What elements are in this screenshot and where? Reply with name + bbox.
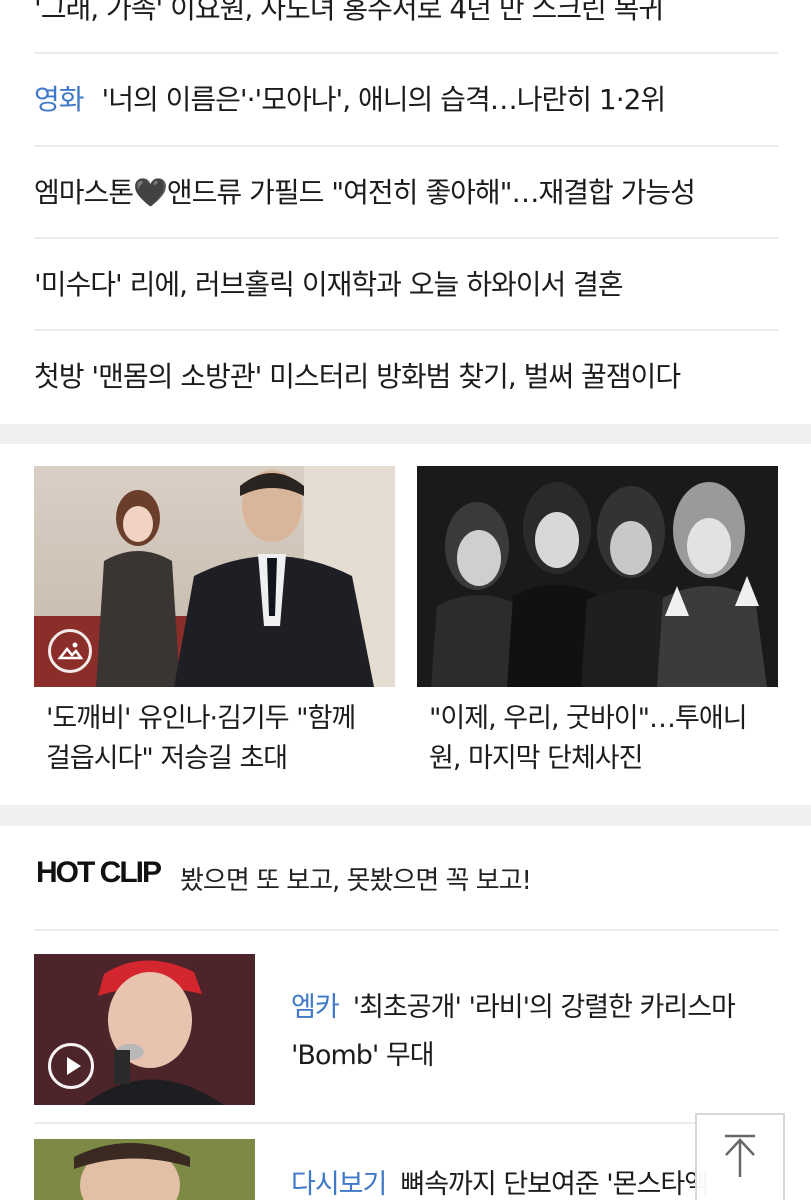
- clip-text: 엠카 '최초공개' '라비'의 강렬한 카리스마 'Bomb' 무대: [291, 984, 781, 1080]
- photo-card[interactable]: '도깨비' 유인나·김기두 "함께 걸읍시다" 저승길 초대: [34, 466, 395, 779]
- clip-title: 뼈속까지 단보여준 '몬스타엑: [400, 1169, 709, 1200]
- divider: [34, 1122, 778, 1124]
- clip-category: 엠카: [291, 992, 340, 1023]
- clip-thumbnail: [34, 954, 255, 1105]
- gallery-icon: [48, 629, 92, 673]
- headline-item[interactable]: 엠마스톤🖤앤드류 가필드 "여전히 좋아해"…재결합 가능성: [34, 145, 778, 237]
- headline-text: '그래, 가족' 이요원, 사도녀 홍주서로 4년 만 스크린 복귀: [34, 0, 664, 25]
- scroll-top-button[interactable]: [695, 1113, 785, 1200]
- hot-clip-subtitle: 봤으면 또 보고, 못봤으면 꼭 보고!: [180, 866, 532, 896]
- clip-title: '최초공개' '라비'의 강렬한 카리스마 'Bomb' 무대: [291, 992, 736, 1071]
- photo-card[interactable]: "이제, 우리, 굿바이"…투애니원, 마지막 단체사진: [417, 466, 778, 779]
- headline-category: 영화: [34, 83, 85, 116]
- hot-clip-title: HOT CLIP: [36, 856, 162, 889]
- headline-item[interactable]: 영화 '너의 이름은'·'모아나', 애니의 습격…나란히 1·2위: [34, 52, 778, 144]
- clip-item[interactable]: 엠카 '최초공개' '라비'의 강렬한 카리스마 'Bomb' 무대: [34, 954, 778, 1105]
- photo-news-section: '도깨비' 유인나·김기두 "함께 걸읍시다" 저승길 초대 "이제, 우리, …: [0, 444, 811, 805]
- page: '그래, 가족' 이요원, 사도녀 홍주서로 4년 만 스크린 복귀 영화 '너…: [0, 0, 811, 1200]
- headline-item[interactable]: '미수다' 리에, 러브홀릭 이재학과 오늘 하와이서 결혼: [34, 237, 778, 329]
- photo-caption: "이제, 우리, 굿바이"…투애니원, 마지막 단체사진: [429, 703, 748, 774]
- clip-thumbnail: [34, 1139, 255, 1200]
- headline-text: '미수다' 리에, 러브홀릭 이재학과 오늘 하와이서 결혼: [34, 268, 624, 301]
- section-gap: [0, 805, 811, 826]
- headline-text: 첫방 '맨몸의 소방관' 미스터리 방화범 찾기, 벌써 꿀잼이다: [34, 360, 681, 393]
- arrow-up-icon: [697, 1134, 783, 1200]
- clip-category: 다시보기: [291, 1169, 387, 1200]
- photo-thumbnail: [34, 466, 395, 687]
- section-gap: [0, 424, 811, 444]
- headline-text: '너의 이름은'·'모아나', 애니의 습격…나란히 1·2위: [101, 83, 667, 116]
- divider: [34, 929, 778, 931]
- play-icon[interactable]: [48, 1043, 94, 1089]
- headline-item[interactable]: '그래, 가족' 이요원, 사도녀 홍주서로 4년 만 스크린 복귀: [34, 0, 778, 52]
- headline-text: 엠마스톤🖤앤드류 가필드 "여전히 좋아해"…재결합 가능성: [34, 176, 696, 209]
- hot-clip-section: HOT CLIP 봤으면 또 보고, 못봤으면 꼭 보고! 엠카 '최초공개' '…: [0, 826, 811, 1200]
- clip-item[interactable]: 다시보기 뼈속까지 단보여준 '몬스타엑: [34, 1139, 778, 1200]
- photo-thumbnail: [417, 466, 778, 687]
- headline-item[interactable]: 첫방 '맨몸의 소방관' 미스터리 방화범 찾기, 벌써 꿀잼이다: [34, 329, 778, 421]
- headline-list: '그래, 가족' 이요원, 사도녀 홍주서로 4년 만 스크린 복귀 영화 '너…: [0, 0, 811, 424]
- photo-caption: '도깨비' 유인나·김기두 "함께 걸읍시다" 저승길 초대: [46, 703, 356, 774]
